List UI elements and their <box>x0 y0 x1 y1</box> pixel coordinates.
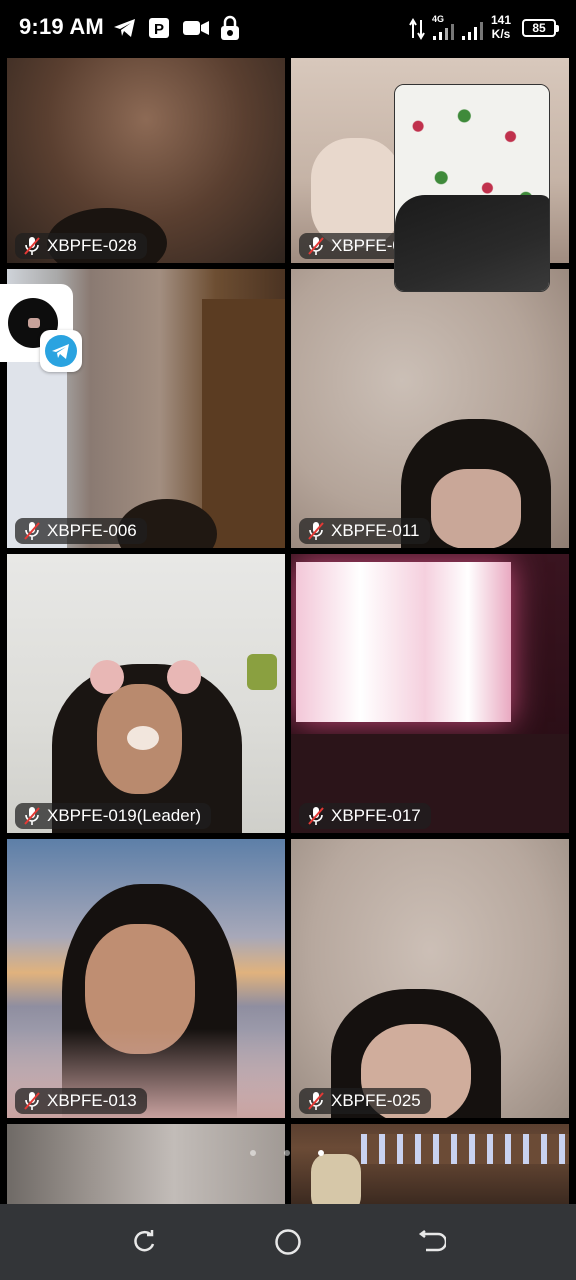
signal-icon <box>433 24 454 40</box>
lock-icon <box>221 15 239 40</box>
battery-icon: 85 <box>522 19 559 37</box>
svg-text:P: P <box>154 21 164 38</box>
participant-name: XBPFE-013 <box>47 1091 137 1110</box>
participant-name: XBPFE-017 <box>331 806 421 825</box>
parking-icon: P <box>149 18 169 38</box>
participant-name: XBPFE-025 <box>331 1091 421 1110</box>
participant-name: XBPFE-011 <box>331 521 420 540</box>
participant-tile[interactable]: XBPFE-028 <box>7 58 285 263</box>
network-type: 4G <box>432 14 445 24</box>
participant-tile[interactable]: XBPFE-013 <box>7 839 285 1118</box>
back-icon[interactable] <box>418 1228 446 1256</box>
participant-name-tag: XBPFE-019(Leader) <box>15 803 212 829</box>
mic-off-icon <box>308 1092 324 1110</box>
mic-off-icon <box>24 237 40 255</box>
participant-tile[interactable]: XBPFE-011 <box>291 269 569 548</box>
clock: 9:19 AM <box>19 14 104 39</box>
video-camera-icon <box>183 21 209 35</box>
page-dot[interactable] <box>284 1150 290 1156</box>
participant-name-tag: XBPFE-006 <box>15 518 147 544</box>
page-dot[interactable] <box>250 1150 256 1156</box>
participant-tile[interactable]: XBPFE-019(Leader) <box>7 554 285 833</box>
participant-name-tag: XBPFE-013 <box>15 1088 147 1114</box>
mic-off-icon <box>24 1092 40 1110</box>
page-indicator <box>250 1150 324 1156</box>
mic-off-icon <box>308 807 324 825</box>
telegram-icon <box>114 19 135 37</box>
net-speed: 141 K/s <box>491 13 511 41</box>
participant-tile[interactable]: XBPFE-025 <box>291 839 569 1118</box>
data-arrows-icon <box>409 18 425 40</box>
mic-off-icon <box>24 807 40 825</box>
home-icon[interactable] <box>274 1228 302 1256</box>
participant-name-tag: XBPFE-011 <box>299 518 430 544</box>
participant-name: XBPFE-019(Leader) <box>47 806 202 825</box>
recents-icon[interactable] <box>130 1228 158 1256</box>
signal-icon <box>462 22 483 40</box>
net-speed-unit: K/s <box>491 27 511 41</box>
mic-off-icon <box>308 237 324 255</box>
mic-off-icon <box>24 522 40 540</box>
participant-name-tag: XBPFE-025 <box>299 1088 431 1114</box>
net-speed-value: 141 <box>491 13 512 27</box>
participant-name-tag: XBPFE-017 <box>299 803 431 829</box>
telegram-icon[interactable] <box>40 330 82 372</box>
participant-name-tag: XBPFE-028 <box>15 233 147 259</box>
self-video-preview[interactable] <box>394 84 550 292</box>
navigation-bar <box>0 1204 576 1280</box>
participant-tile[interactable] <box>291 1124 569 1204</box>
participant-tile[interactable]: XBPFE-017 <box>291 554 569 833</box>
participant-tile[interactable] <box>7 1124 285 1204</box>
participant-name: XBPFE-028 <box>47 236 137 255</box>
status-bar: 9:19 AM P 4G 141 K/s 85 <box>0 0 576 56</box>
participant-name: XBPFE-006 <box>47 521 137 540</box>
mic-off-icon <box>308 522 324 540</box>
page-dot-active[interactable] <box>318 1150 324 1156</box>
participant-name: XBPFE-0 <box>331 236 402 255</box>
